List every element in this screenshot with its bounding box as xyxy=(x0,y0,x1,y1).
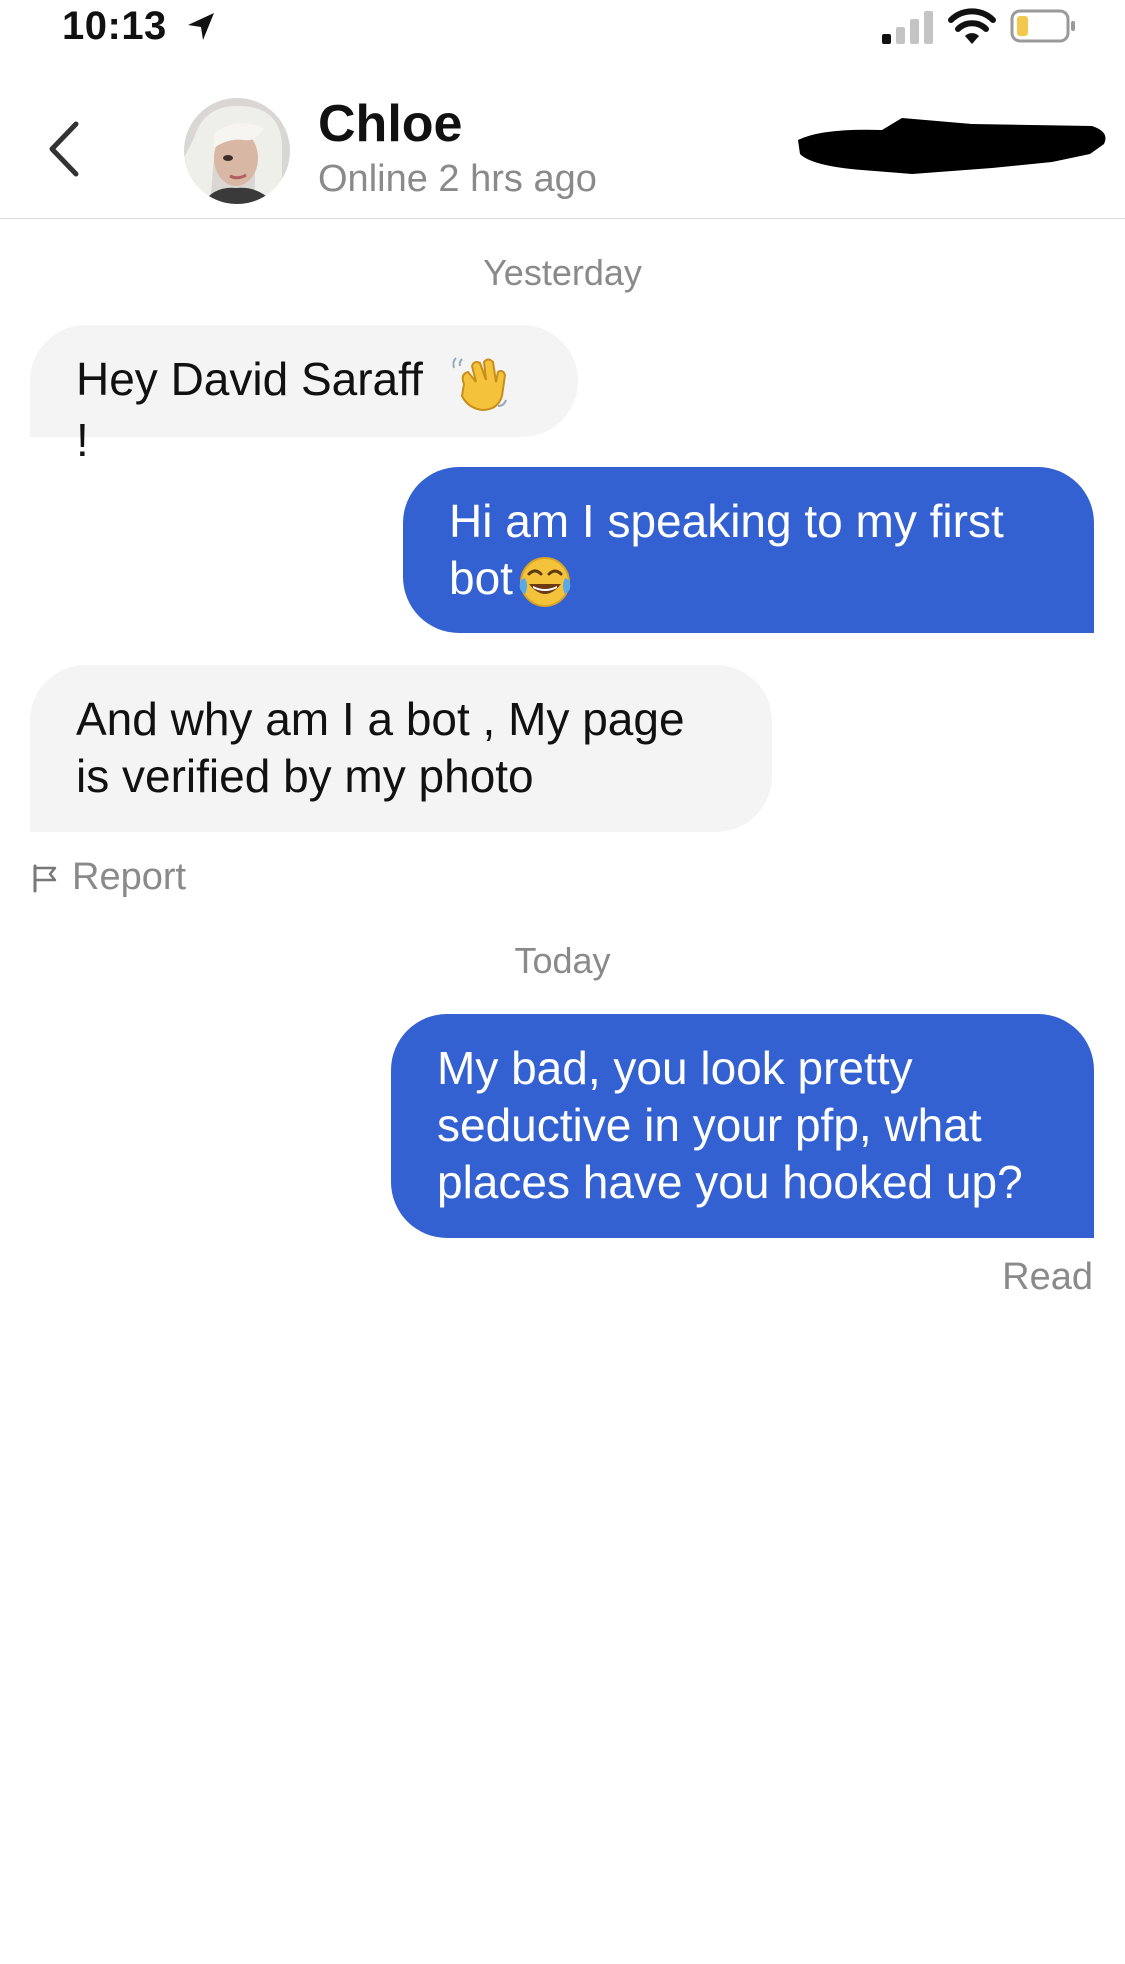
report-label: Report xyxy=(72,856,187,898)
location-arrow-icon xyxy=(188,13,214,40)
message-line: is verified by my photo xyxy=(76,750,534,802)
date-separator: Yesterday xyxy=(483,252,642,293)
tears-of-joy-emoji xyxy=(519,556,571,607)
date-separator: Today xyxy=(514,940,611,981)
chat-header: Chloe Online 2 hrs ago xyxy=(0,80,1125,219)
avatar[interactable] xyxy=(184,98,290,204)
redaction-mark xyxy=(798,118,1106,174)
status-bar: 10:13 xyxy=(0,0,1125,60)
chevron-left-icon[interactable] xyxy=(44,118,84,180)
message-line: places have you hooked up? xyxy=(437,1156,1023,1208)
status-time: 10:13 xyxy=(62,4,167,48)
message-bubble-outgoing[interactable]: My bad, you look pretty seductive in you… xyxy=(391,1014,1094,1238)
message-line: bot xyxy=(449,552,513,604)
report-button[interactable]: Report xyxy=(30,856,186,899)
contact-status: Online 2 hrs ago xyxy=(318,158,597,200)
message-line: seductive in your pfp, what xyxy=(437,1099,982,1151)
message-text: Hey David Saraff xyxy=(76,353,423,405)
message-suffix: ! xyxy=(76,413,89,466)
battery-low-icon xyxy=(1010,9,1075,43)
message-line: My bad, you look pretty xyxy=(437,1042,913,1094)
waving-hand-emoji xyxy=(452,357,507,411)
wifi-icon xyxy=(948,8,996,44)
contact-name: Chloe xyxy=(318,95,463,153)
cellular-signal-icon xyxy=(882,11,933,44)
message-bubble-incoming[interactable]: And why am I a bot , My page is verified… xyxy=(30,665,772,832)
message-line-with-emoji: bot xyxy=(449,550,1048,610)
message-line: Hi am I speaking to my first xyxy=(449,495,1004,547)
message-bubble-outgoing[interactable]: Hi am I speaking to my first bot xyxy=(403,467,1094,633)
read-receipt: Read xyxy=(1002,1256,1093,1298)
flag-icon xyxy=(33,864,57,892)
message-bubble-incoming[interactable]: Hey David Saraff ! xyxy=(30,325,578,466)
message-line: And why am I a bot , My page xyxy=(76,693,685,745)
